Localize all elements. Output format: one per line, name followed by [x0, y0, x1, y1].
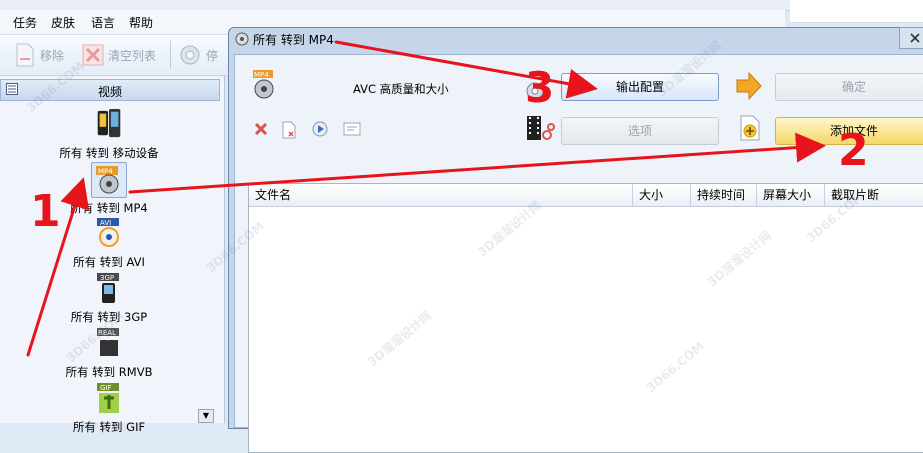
output-profile-label: AVC 高质量和大小: [353, 82, 449, 96]
dialog-body: MP4 AVC 高质量和大小 输出配置 确定 选项 添加文件 文件名 大小 持续…: [234, 54, 923, 453]
delete-x-icon: [82, 44, 104, 66]
svg-text:3GP: 3GP: [100, 274, 114, 282]
column-filename[interactable]: 文件名: [249, 184, 633, 206]
panel-item-label: 所有 转到 GIF: [72, 420, 146, 434]
panel-item-avi[interactable]: AVI 所有 转到 AVI: [0, 217, 218, 270]
output-config-button[interactable]: 输出配置: [561, 73, 719, 101]
panel-item-label: 所有 转到 RMVB: [65, 365, 153, 379]
arrow-right-icon: [736, 71, 762, 101]
remove-button[interactable]: 移除: [14, 43, 64, 67]
left-category-panel: 视频 所有 转到 移动设备 MP4 所有 转到 MP4 AVI 所有 转到 AV…: [0, 76, 225, 434]
profile-gear-icon: [526, 82, 544, 100]
panel-item-mp4[interactable]: MP4 所有 转到 MP4: [0, 162, 218, 216]
panel-item-rmvb[interactable]: REAL 所有 转到 RMVB: [0, 327, 218, 380]
svg-text:MP4: MP4: [98, 168, 113, 176]
svg-text:AVI: AVI: [100, 219, 111, 227]
clear-list-button[interactable]: 清空列表: [82, 43, 156, 67]
panel-item-label: 所有 转到 MP4: [70, 201, 148, 215]
column-size[interactable]: 大小: [633, 184, 691, 206]
stop-gear-icon: [180, 45, 200, 65]
panel-item-mobile[interactable]: 所有 转到 移动设备: [0, 108, 218, 161]
mp4-format-icon: MP4: [253, 70, 274, 99]
table-header: 文件名 大小 持续时间 屏幕大小 截取片断: [249, 184, 923, 207]
add-file-button[interactable]: 添加文件: [775, 117, 923, 145]
mp4-film-icon: MP4: [96, 166, 119, 194]
menu-language[interactable]: 语言: [91, 14, 115, 31]
scroll-down-button[interactable]: ▼: [198, 409, 214, 423]
menu-task[interactable]: 任务: [13, 14, 37, 31]
close-icon: [910, 33, 920, 43]
menu-help[interactable]: 帮助: [129, 14, 153, 31]
options-button[interactable]: 选项: [561, 117, 719, 145]
remove-x-icon[interactable]: [253, 121, 269, 137]
menu-skin[interactable]: 皮肤: [51, 14, 75, 31]
dialog-title: 所有 转到 MP4: [253, 33, 334, 47]
panel-item-gif[interactable]: GIF 所有 转到 GIF: [0, 382, 218, 435]
add-file-icon: [740, 115, 760, 141]
play-preview-icon[interactable]: [311, 120, 329, 138]
gif-icon: GIF: [97, 383, 119, 413]
panel-item-label: 所有 转到 移动设备: [59, 146, 159, 160]
desktop-area: [790, 0, 923, 23]
column-screen-size[interactable]: 屏幕大小: [757, 184, 825, 206]
avi-film-icon: AVI: [97, 218, 119, 247]
mobile-devices-icon: [97, 108, 121, 138]
dialog-app-icon: [235, 32, 249, 46]
info-card-icon[interactable]: [343, 122, 361, 136]
svg-text:GIF: GIF: [100, 384, 112, 392]
document-icon: [16, 43, 34, 67]
dialog-close-button[interactable]: [899, 27, 923, 49]
stop-label: 停: [206, 48, 219, 63]
3gp-phone-icon: 3GP: [97, 273, 119, 303]
mp4-selected-frame: MP4: [91, 162, 127, 198]
ok-button[interactable]: 确定: [775, 73, 923, 101]
clear-list-label: 清空列表: [108, 48, 157, 63]
panel-item-label: 所有 转到 AVI: [73, 255, 145, 269]
svg-text:MP4: MP4: [254, 71, 269, 79]
toolbar-separator: [170, 41, 171, 69]
clear-doc-icon[interactable]: [281, 121, 297, 139]
film-scissors-icon: [527, 116, 555, 140]
stop-button[interactable]: 停: [178, 43, 218, 67]
column-duration[interactable]: 持续时间: [691, 184, 757, 206]
remove-label: 移除: [40, 48, 65, 63]
